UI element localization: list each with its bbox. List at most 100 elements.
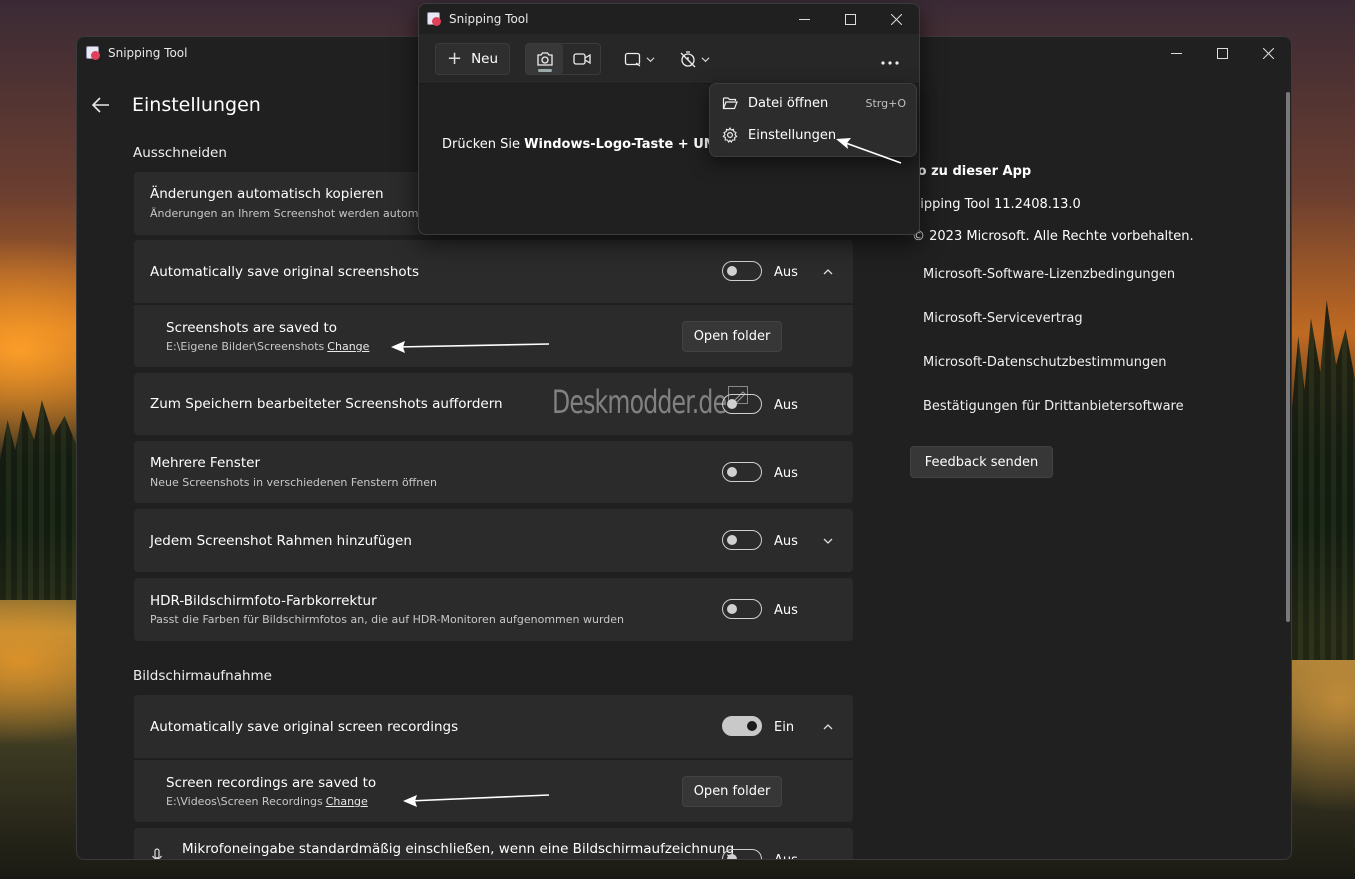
auto-save-recordings-toggle[interactable] xyxy=(722,716,762,736)
screenshots-path: E:\Eigene Bilder\Screenshots xyxy=(166,340,325,353)
auto-save-screenshots-toggle[interactable] xyxy=(722,261,762,281)
rectangle-snip-icon xyxy=(624,52,641,67)
setting-screenshots-path: Screenshots are saved to E:\Eigene Bilde… xyxy=(134,304,853,367)
video-mode-button[interactable] xyxy=(563,44,600,74)
close-button[interactable] xyxy=(873,4,919,34)
gear-icon xyxy=(722,127,738,143)
toggle-state: Ein xyxy=(774,720,795,735)
setting-multiple-windows[interactable]: Mehrere Fenster Neue Screenshots in vers… xyxy=(134,441,853,503)
chevron-up-icon[interactable] xyxy=(822,721,834,733)
new-button-label: Neu xyxy=(471,51,499,67)
menu-item-label: Datei öffnen xyxy=(748,95,829,111)
toggle-state: Aus xyxy=(774,466,798,481)
snip-shape-dropdown[interactable] xyxy=(624,47,655,71)
instruction-prefix: Drücken Sie xyxy=(442,137,525,152)
toggle-state: Aus xyxy=(774,265,798,280)
caption-buttons xyxy=(781,4,919,34)
toggle-state: Aus xyxy=(774,534,798,549)
close-button[interactable] xyxy=(1245,37,1291,69)
maximize-button[interactable] xyxy=(1199,37,1245,69)
link-service-agreement[interactable]: Microsoft-Servicevertrag xyxy=(923,311,1083,326)
scrollbar[interactable] xyxy=(1286,92,1290,622)
capture-mode-group xyxy=(525,43,601,75)
setting-auto-save-screenshots[interactable]: Automatically save original screenshots … xyxy=(134,240,853,303)
setting-add-border[interactable]: Jedem Screenshot Rahmen hinzufügen Aus xyxy=(134,509,853,572)
setting-desc: Änderungen an Ihrem Screenshot werden au… xyxy=(150,207,426,220)
hdr-toggle[interactable] xyxy=(722,599,762,619)
open-screenshots-folder-button[interactable]: Open folder xyxy=(682,321,782,352)
about-heading: fo zu dieser App xyxy=(912,164,1032,179)
setting-title: Mehrere Fenster xyxy=(150,455,260,471)
delay-dropdown[interactable] xyxy=(679,47,710,71)
change-recordings-path-link[interactable]: Change xyxy=(326,795,368,808)
annotation-arrow xyxy=(391,341,550,353)
menu-item-shortcut: Strg+O xyxy=(865,96,906,110)
link-privacy-statement[interactable]: Microsoft-Datenschutzbestimmungen xyxy=(923,355,1167,370)
recordings-path: E:\Videos\Screen Recordings xyxy=(166,795,323,808)
annotation-arrow xyxy=(403,794,550,807)
chevron-down-icon xyxy=(701,56,710,62)
minimize-icon xyxy=(798,18,810,20)
close-icon xyxy=(1262,47,1274,59)
menu-item-open-file[interactable]: Datei öffnen Strg+O xyxy=(714,88,914,118)
link-license-terms[interactable]: Microsoft-Software-Lizenzbedingungen xyxy=(923,267,1175,282)
copyright: © 2023 Microsoft. Alle Rechte vorbehalte… xyxy=(912,229,1194,244)
chevron-down-icon xyxy=(646,56,655,62)
chevron-down-icon[interactable] xyxy=(822,535,834,547)
more-options-button[interactable] xyxy=(881,50,899,69)
setting-hdr[interactable]: HDR-Bildschirmfoto-Farbkorrektur Passt d… xyxy=(134,578,853,641)
more-dots-icon xyxy=(881,61,899,65)
pencil-icon xyxy=(728,386,748,404)
setting-microphone[interactable]: Mikrofoneingabe standardmäßig einschließ… xyxy=(134,828,853,859)
setting-desc: Neue Screenshots in verschiedenen Fenste… xyxy=(150,476,437,489)
maximize-icon xyxy=(1216,47,1228,59)
setting-desc: Passt die Farben für Bildschirmfotos an,… xyxy=(150,613,625,626)
setting-desc: E:\Eigene Bilder\Screenshots Change xyxy=(166,340,369,353)
open-recordings-folder-button[interactable]: Open folder xyxy=(682,776,782,807)
back-arrow-icon[interactable] xyxy=(91,95,111,115)
microphone-icon xyxy=(152,848,162,859)
menu-item-label: Einstellungen xyxy=(748,127,837,143)
snip-titlebar: Snipping Tool xyxy=(419,4,919,34)
maximize-icon xyxy=(844,13,856,25)
plus-icon: + xyxy=(446,48,463,69)
new-snip-button[interactable]: + Neu xyxy=(435,43,510,75)
caption-buttons xyxy=(1153,37,1291,69)
setting-title: Jedem Screenshot Rahmen hinzufügen xyxy=(150,533,412,549)
section-ausschneiden: Ausschneiden xyxy=(133,145,227,161)
chevron-up-icon[interactable] xyxy=(822,266,834,278)
add-border-toggle[interactable] xyxy=(722,530,762,550)
annotation-arrow xyxy=(836,138,902,164)
toggle-state: Aus xyxy=(774,398,798,413)
setting-title: HDR-Bildschirmfoto-Farbkorrektur xyxy=(150,593,377,609)
link-third-party-notices[interactable]: Bestätigungen für Drittanbietersoftware xyxy=(923,399,1184,414)
wallpaper-trees-left xyxy=(0,400,76,600)
close-icon xyxy=(890,13,902,25)
snip-toolbar: + Neu xyxy=(419,34,919,84)
maximize-button[interactable] xyxy=(827,4,873,34)
setting-auto-save-recordings[interactable]: Automatically save original screen recor… xyxy=(134,695,853,758)
app-version: nipping Tool 11.2408.13.0 xyxy=(912,197,1081,212)
change-screenshots-path-link[interactable]: Change xyxy=(327,340,369,353)
watermark: Deskmodder.de xyxy=(552,383,727,421)
minimize-icon xyxy=(1170,52,1182,54)
minimize-button[interactable] xyxy=(781,4,827,34)
microphone-toggle[interactable] xyxy=(722,849,762,859)
toggle-state: Aus xyxy=(774,603,798,618)
instruction-shortcut: Windows-Logo-Taste + UMSC xyxy=(524,137,736,152)
minimize-button[interactable] xyxy=(1153,37,1199,69)
setting-title: Mikrofoneingabe standardmäßig einschließ… xyxy=(182,841,735,857)
multiple-windows-toggle[interactable] xyxy=(722,462,762,482)
section-bildschirmaufnahme: Bildschirmaufnahme xyxy=(133,668,272,684)
setting-title: Screen recordings are saved to xyxy=(166,775,377,791)
setting-title: Automatically save original screenshots xyxy=(150,264,419,280)
setting-title: Screenshots are saved to xyxy=(166,320,338,336)
window-title: Snipping Tool xyxy=(449,12,529,26)
folder-open-icon xyxy=(722,97,738,110)
setting-title: Zum Speichern bearbeiteter Screenshots a… xyxy=(150,396,503,412)
feedback-button[interactable]: Feedback senden xyxy=(910,446,1053,478)
page-title: Einstellungen xyxy=(132,94,261,116)
setting-desc: E:\Videos\Screen Recordings Change xyxy=(166,795,368,808)
screenshot-mode-button[interactable] xyxy=(526,44,563,74)
wallpaper-trees-right xyxy=(1292,300,1355,660)
